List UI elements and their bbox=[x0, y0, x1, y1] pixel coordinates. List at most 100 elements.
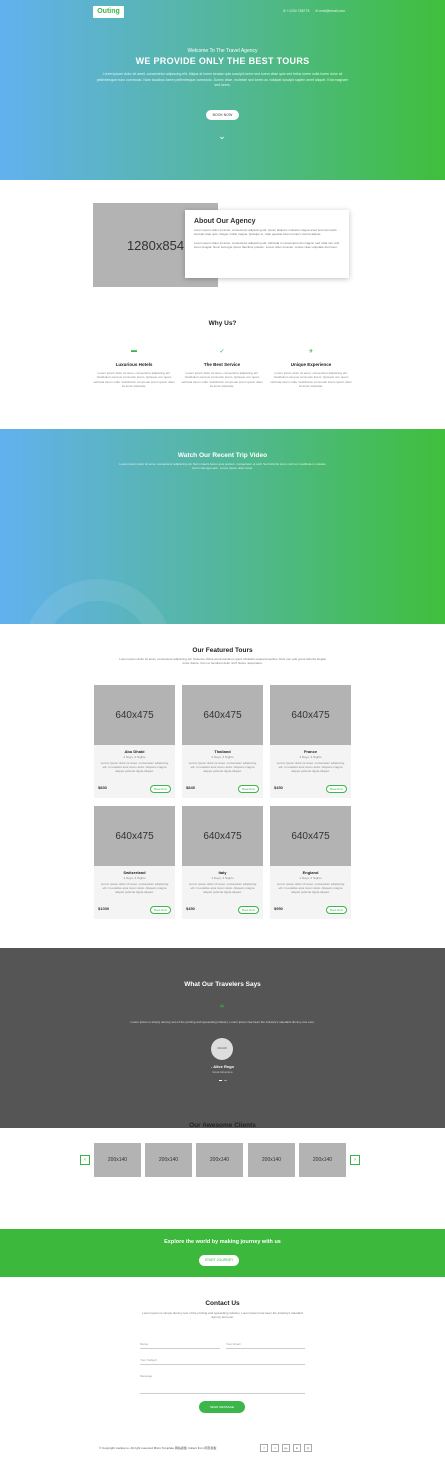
cta-band: Explore the world by making journey with… bbox=[0, 1229, 445, 1277]
tour-price: $1030 bbox=[98, 906, 110, 911]
tour-description: Lorem ipsum dolor sit amet, consectetur … bbox=[188, 761, 257, 774]
why-item-text: Lorem ipsum dolor sit amet, consectetur … bbox=[181, 371, 263, 388]
testimonials-section: What Our Travelers Says “ Lorem ipsum is… bbox=[0, 948, 445, 1128]
tours-title: Our Featured Tours bbox=[192, 647, 253, 654]
about-card: About Our Agency Lorem ipsum dolor sit a… bbox=[185, 210, 349, 278]
message-textarea[interactable]: Message bbox=[140, 1371, 305, 1394]
book-now-button[interactable]: Book Now bbox=[326, 906, 347, 914]
about-paragraph-2: Lorem ipsum dolor sit amet, consectetur … bbox=[194, 240, 340, 249]
tour-price: $830 bbox=[98, 785, 107, 790]
twitter-icon[interactable]: t bbox=[271, 1444, 279, 1452]
decorative-circle bbox=[23, 579, 173, 624]
name-input[interactable]: Name bbox=[140, 1339, 220, 1349]
hero-text: Lorem ipsum dolor sit amet, consectetur … bbox=[96, 72, 349, 87]
contact-title: Contact Us bbox=[205, 1300, 240, 1307]
tour-price: $450 bbox=[186, 906, 195, 911]
start-journey-button[interactable]: START JOURNEY bbox=[199, 1255, 239, 1266]
tour-price: $950 bbox=[274, 906, 283, 911]
tour-description: Lorem ipsum dolor sit amet, consectetur … bbox=[276, 761, 345, 774]
linkedin-icon[interactable]: in bbox=[293, 1444, 301, 1452]
hero-title: WE PROVIDE ONLY THE BEST TOURS bbox=[135, 56, 310, 66]
tour-description: Lorem ipsum dolor sit amet, consectetur … bbox=[276, 882, 345, 895]
next-arrow-icon[interactable]: › bbox=[350, 1155, 360, 1165]
tour-name: Thailand bbox=[214, 749, 231, 754]
testimonial-name: - Alice Rego bbox=[211, 1064, 234, 1069]
quote-icon: “ bbox=[219, 1003, 225, 1013]
carousel-dot[interactable] bbox=[224, 1080, 227, 1081]
video-title: Watch Our Recent Trip Video bbox=[177, 452, 268, 459]
phone-text[interactable]: ✆ +1234 758778 bbox=[283, 9, 309, 13]
tour-card: 640x475 France 2 Days, 3 Nights Lorem ip… bbox=[270, 685, 351, 798]
clients-title: Our Awesome Clients bbox=[189, 1122, 256, 1129]
client-logo: 200x140 bbox=[196, 1143, 243, 1177]
social-links: f t g+ in ◎ bbox=[260, 1444, 312, 1452]
why-item-hotels: ▬ Luxurious Hotels Lorem ipsum dolor sit… bbox=[93, 348, 175, 388]
tour-name: Abu Dhabi bbox=[124, 749, 145, 754]
testimonials-title: What Our Travelers Says bbox=[184, 981, 261, 988]
client-logo: 200x140 bbox=[299, 1143, 346, 1177]
client-logo: 200x140 bbox=[94, 1143, 141, 1177]
book-now-button[interactable]: Book Now bbox=[150, 906, 171, 914]
tour-name: France bbox=[303, 749, 318, 754]
contact-subtitle: Lorem ipsum is simply dummy text of the … bbox=[142, 1311, 303, 1320]
why-item-text: Lorem ipsum dolor sit amet, consectetur … bbox=[270, 371, 352, 388]
email-input[interactable]: Your Email bbox=[226, 1339, 305, 1349]
instagram-icon[interactable]: ◎ bbox=[304, 1444, 312, 1452]
tour-image[interactable]: 640x475 bbox=[182, 685, 263, 745]
why-title: Why Us? bbox=[208, 320, 237, 327]
tour-card: 640x475 Italy 2 Days, 3 Nights Lorem ips… bbox=[182, 806, 263, 919]
hero-section: Outing ✆ +1234 758778 ✉ mail@email.com W… bbox=[0, 0, 445, 180]
google-plus-icon[interactable]: g+ bbox=[282, 1444, 290, 1452]
tour-card: 640x475 Abu Dhabi 2 Days, 3 Nights Lorem… bbox=[94, 685, 175, 798]
subject-input[interactable]: Your Subject bbox=[140, 1355, 305, 1365]
plane-icon: ✈ bbox=[308, 349, 314, 355]
tour-image[interactable]: 640x475 bbox=[182, 806, 263, 866]
top-contact-info: ✆ +1234 758778 ✉ mail@email.com bbox=[283, 9, 345, 13]
why-item-experience: ✈ Unique Experience Lorem ipsum dolor si… bbox=[270, 348, 352, 388]
tour-card: 640x475 Switzerland 2 Days, 3 Nights Lor… bbox=[94, 806, 175, 919]
prev-arrow-icon[interactable]: ‹ bbox=[80, 1155, 90, 1165]
book-now-button[interactable]: Book Now bbox=[238, 785, 259, 793]
hero-subtitle: Welcome To The Travel Agency bbox=[187, 48, 258, 54]
thumbs-up-icon: ✓ bbox=[219, 349, 225, 355]
tour-card: 640x475 Thailand 2 Days, 3 Nights Lorem … bbox=[182, 685, 263, 798]
why-item-text: Lorem ipsum dolor sit amet, consectetur … bbox=[93, 371, 175, 388]
email-text[interactable]: ✉ mail@email.com bbox=[315, 9, 345, 13]
tour-name: Italy bbox=[218, 870, 227, 875]
client-logo: 200x140 bbox=[145, 1143, 192, 1177]
bed-icon: ▬ bbox=[131, 348, 137, 354]
tour-description: Lorem ipsum dolor sit amet, consectetur … bbox=[100, 761, 169, 774]
chevron-down-icon[interactable]: ⌄ bbox=[216, 131, 228, 142]
cta-text: Explore the world by making journey with… bbox=[164, 1239, 281, 1245]
logo[interactable]: Outing bbox=[93, 6, 124, 18]
copyright-text: © Copyright markup.io. All right reserve… bbox=[99, 1446, 217, 1450]
testimonial-text: Lorem ipsum is simply dummy text of the … bbox=[130, 1020, 315, 1024]
carousel-dot[interactable] bbox=[219, 1080, 222, 1081]
tour-name: Switzerland bbox=[123, 870, 146, 875]
why-item-title: The Best Service bbox=[203, 362, 241, 367]
tour-name: England bbox=[302, 870, 319, 875]
send-message-button[interactable]: SEND MESSAGE bbox=[199, 1401, 245, 1413]
book-now-button[interactable]: Book Now bbox=[326, 785, 347, 793]
about-paragraph-1: Lorem ipsum dolor sit amet, consectetur … bbox=[194, 228, 337, 237]
tour-description: Lorem ipsum dolor sit amet, consectetur … bbox=[188, 882, 257, 895]
tour-image[interactable]: 640x475 bbox=[94, 685, 175, 745]
tour-image[interactable]: 640x475 bbox=[270, 806, 351, 866]
why-item-service: ✓ The Best Service Lorem ipsum dolor sit… bbox=[181, 348, 263, 388]
tour-image[interactable]: 640x475 bbox=[270, 685, 351, 745]
tour-price: $450 bbox=[274, 785, 283, 790]
tour-card: 640x475 England 2 Days, 3 Nights Lorem i… bbox=[270, 806, 351, 919]
testimonial-role: Great Adventure bbox=[212, 1070, 233, 1074]
facebook-icon[interactable]: f bbox=[260, 1444, 268, 1452]
tour-description: Lorem ipsum dolor sit amet, consectetur … bbox=[100, 882, 169, 895]
video-section: Watch Our Recent Trip Video Lorem ipsum … bbox=[0, 429, 445, 624]
tour-price: $845 bbox=[186, 785, 195, 790]
book-now-button[interactable]: Book Now bbox=[238, 906, 259, 914]
tours-subtitle: Lorem ipsum dolor sit amet, consectetur … bbox=[119, 657, 326, 666]
about-title: About Our Agency bbox=[194, 218, 256, 225]
tour-image[interactable]: 640x475 bbox=[94, 806, 175, 866]
book-now-button[interactable]: Book Now bbox=[150, 785, 171, 793]
why-item-title: Luxurious Hotels bbox=[115, 362, 153, 367]
book-now-button[interactable]: BOOK NOW bbox=[206, 110, 239, 120]
carousel-dots bbox=[219, 1080, 227, 1081]
